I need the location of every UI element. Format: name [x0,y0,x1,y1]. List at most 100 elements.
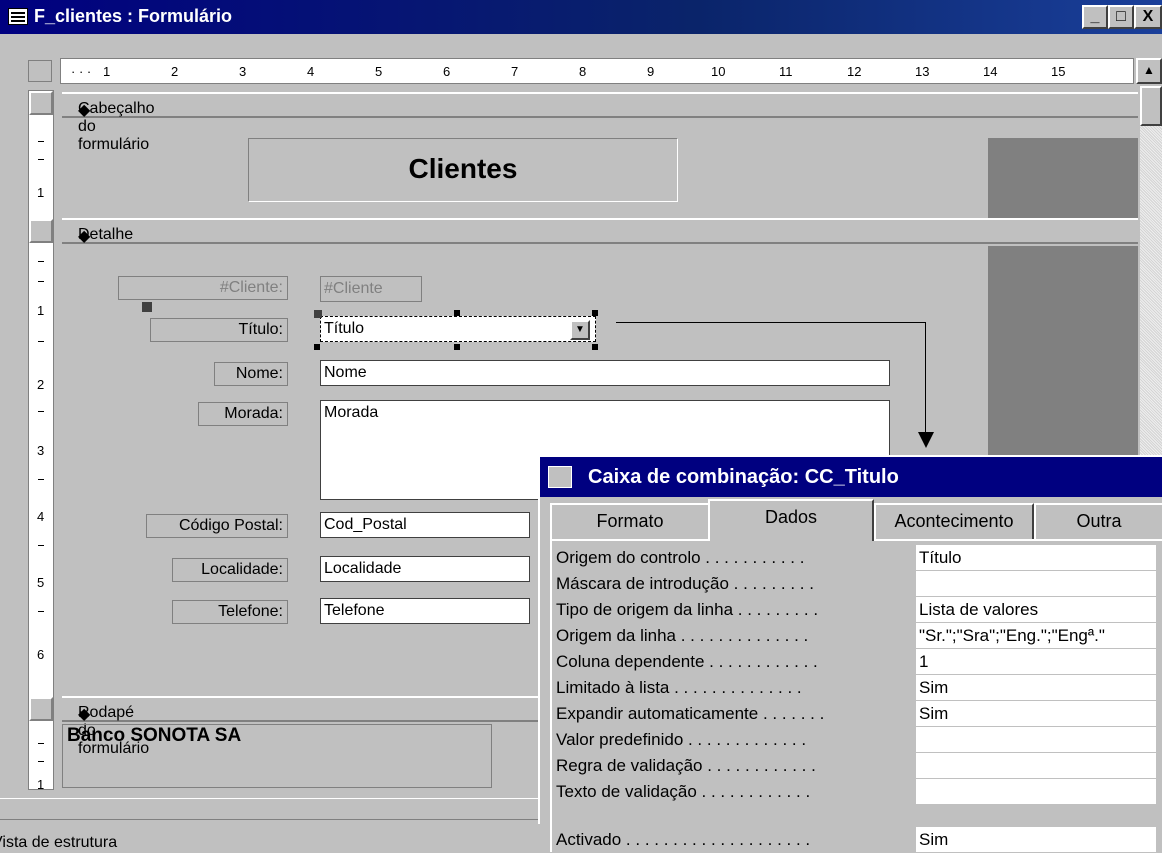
ruler-mark: 5 [37,575,45,590]
ruler-mark: 5 [375,64,383,79]
titulo-label[interactable]: Título: [150,318,288,342]
ruler-mark: 1 [37,303,45,318]
property-value[interactable] [916,779,1156,805]
ruler-mark: 3 [239,64,247,79]
resize-handle[interactable] [592,310,598,316]
vertical-scrollbar-track[interactable] [1140,126,1162,456]
property-row[interactable]: Limitado à lista . . . . . . . . . . . .… [548,675,1156,701]
nome-label[interactable]: Nome: [214,362,288,386]
ruler-mark: 3 [37,443,45,458]
ruler-mark: 15 [1051,64,1066,79]
annotation-line [616,322,926,323]
properties-title: Caixa de combinação: CC_Titulo [588,466,899,488]
annotation-line [925,322,926,434]
morada-label[interactable]: Morada: [198,402,288,426]
properties-title-bar[interactable]: Caixa de combinação: CC_Titulo [540,457,1162,497]
property-row[interactable]: Origem do controlo . . . . . . . . . . .… [548,545,1156,571]
property-row[interactable]: Máscara de introdução . . . . . . . . . [548,571,1156,597]
ruler-mark: 12 [847,64,862,79]
tab-acontecimento[interactable]: Acontecimento [874,503,1034,539]
properties-dialog: Caixa de combinação: CC_Titulo Formato D… [538,455,1162,853]
tab-dados[interactable]: Dados [708,499,874,541]
property-value[interactable]: "Sr.";"Sra";"Eng.";"Engª." [916,623,1156,649]
property-value[interactable]: Título [916,545,1156,571]
property-name: Regra de validação . . . . . . . . . . .… [556,756,816,775]
detail-section-selector[interactable] [29,219,53,243]
property-name: Tipo de origem da linha . . . . . . . . … [556,600,819,619]
maximize-button[interactable]: □ [1108,5,1134,29]
ruler-mark: 2 [37,377,45,392]
property-row[interactable]: Regra de validação . . . . . . . . . . .… [548,753,1156,779]
property-value[interactable]: Lista de valores [916,597,1156,623]
cliente-field[interactable]: #Cliente [320,276,422,302]
detail-section-bar[interactable]: ◆ Detalhe [62,218,1138,245]
property-row[interactable]: Origem da linha . . . . . . . . . . . . … [548,623,1156,649]
detail-section-label: Detalhe [78,226,134,243]
property-value[interactable]: Sim [916,827,1156,853]
property-value[interactable]: 1 [916,649,1156,675]
minimize-button[interactable]: _ [1082,5,1108,29]
localidade-field[interactable]: Localidade [320,556,530,582]
tab-formato[interactable]: Formato [550,503,710,539]
resize-handle[interactable] [454,310,460,316]
form-selector[interactable] [28,60,52,82]
codigo-postal-label[interactable]: Código Postal: [146,514,288,538]
property-value[interactable]: Sim [916,675,1156,701]
nome-field[interactable]: Nome [320,360,890,386]
property-name: Coluna dependente . . . . . . . . . . . … [556,652,818,671]
codigo-postal-field[interactable]: Cod_Postal [320,512,530,538]
titulo-combo[interactable]: Título [320,316,596,342]
property-row[interactable]: Activado . . . . . . . . . . . . . . . .… [548,805,1156,853]
resize-handle[interactable] [314,310,322,318]
property-row[interactable]: Valor predefinido . . . . . . . . . . . … [548,727,1156,753]
ruler-mark: 13 [915,64,930,79]
property-name: Texto de validação . . . . . . . . . . .… [556,782,811,801]
property-value[interactable]: Sim [916,701,1156,727]
scroll-up-arrow[interactable]: ▲ [1136,58,1162,84]
combo-dropdown-arrow-icon[interactable]: ▼ [570,320,590,340]
property-row[interactable]: Tipo de origem da linha . . . . . . . . … [548,597,1156,623]
ruler-mark: 1 [103,64,111,79]
property-value[interactable] [916,571,1156,597]
resize-handle[interactable] [454,344,460,350]
footer-label[interactable]: Banco SONOTA SA [62,724,492,788]
footer-section-selector[interactable] [29,697,53,721]
horizontal-scrollbar[interactable] [0,798,540,820]
property-row[interactable]: Texto de validação . . . . . . . . . . .… [548,779,1156,805]
property-value[interactable] [916,753,1156,779]
tab-outra[interactable]: Outra [1034,503,1162,539]
resize-handle[interactable] [592,344,598,350]
property-row[interactable]: Coluna dependente . . . . . . . . . . . … [548,649,1156,675]
localidade-label[interactable]: Localidade: [172,558,288,582]
property-name: Expandir automaticamente . . . . . . . [556,704,825,723]
property-value[interactable] [916,727,1156,753]
header-section-label: Cabeçalho do formulário [78,100,155,153]
ruler-mark: 7 [511,64,519,79]
ruler-mark: 6 [443,64,451,79]
telefone-label[interactable]: Telefone: [172,600,288,624]
move-handle[interactable] [142,302,152,312]
form-area-outside [988,138,1138,220]
vertical-ruler: 1 1 2 3 4 5 6 1 [28,90,54,792]
ruler-mark: 8 [579,64,587,79]
header-section-bar[interactable]: ◆ Cabeçalho do formulário [62,92,1138,153]
window-title-bar: F_clientes : Formulário _ □ X [0,0,1162,34]
ruler-mark: 6 [37,647,45,662]
property-name: Origem do controlo . . . . . . . . . . . [556,548,805,567]
resize-handle[interactable] [314,344,320,350]
horizontal-ruler: · · · 1 2 3 4 5 6 7 8 9 10 11 12 13 14 1… [60,58,1134,84]
status-text: Vista de estrutura [0,834,118,851]
vertical-scroll-thumb[interactable] [1140,86,1162,126]
property-row[interactable]: Expandir automaticamente . . . . . . . Si… [548,701,1156,727]
property-name: Origem da linha . . . . . . . . . . . . … [556,626,809,645]
close-button[interactable]: X [1134,5,1162,29]
property-name: Limitado à lista . . . . . . . . . . . .… [556,678,802,697]
property-name: Máscara de introdução . . . . . . . . . [556,574,814,593]
ruler-mark: 9 [647,64,655,79]
cliente-label[interactable]: #Cliente: [118,276,288,300]
ruler-mark: 1 [37,777,45,792]
form-window-icon[interactable] [8,8,28,25]
header-section-selector[interactable] [29,91,53,115]
telefone-field[interactable]: Telefone [320,598,530,624]
header-title-label[interactable]: Clientes [248,138,678,202]
